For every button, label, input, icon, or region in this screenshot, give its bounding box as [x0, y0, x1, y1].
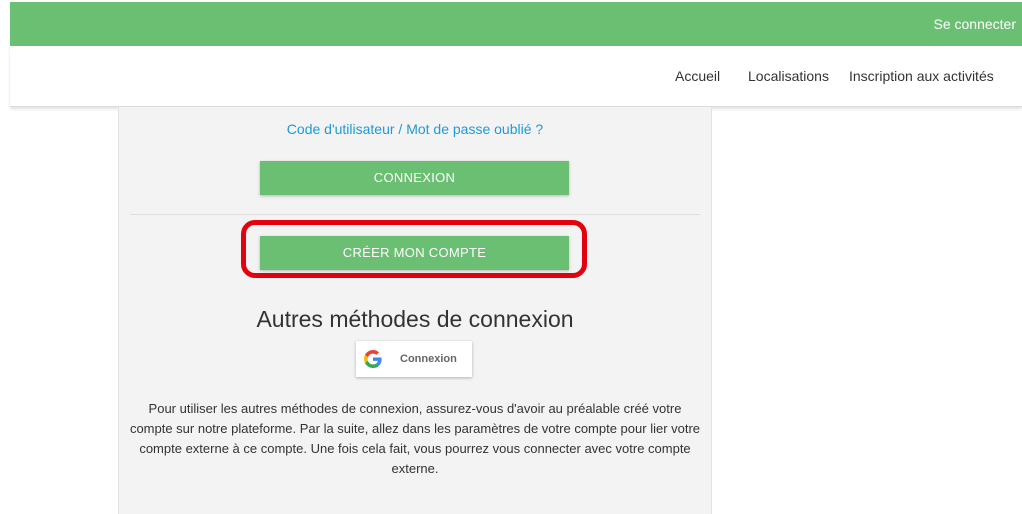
login-panel: Code d'utilisateur / Mot de passe oublié… — [118, 107, 712, 514]
nav-item-accueil[interactable]: Accueil — [675, 46, 720, 106]
login-button[interactable]: CONNEXION — [260, 161, 569, 195]
google-login-button[interactable]: Connexion — [356, 341, 472, 377]
create-account-button[interactable]: CRÉER MON COMPTE — [260, 236, 569, 270]
forgot-credentials-link[interactable]: Code d'utilisateur / Mot de passe oublié… — [119, 121, 711, 137]
google-logo-icon — [364, 350, 382, 368]
google-button-label: Connexion — [400, 353, 457, 365]
nav-item-localisations[interactable]: Localisations — [748, 46, 829, 106]
other-methods-info: Pour utiliser les autres méthodes de con… — [129, 401, 701, 476]
other-methods-title: Autres méthodes de connexion — [256, 306, 574, 332]
login-link[interactable]: Se connecter — [934, 2, 1017, 46]
top-bar: Se connecter — [10, 2, 1022, 46]
main-nav: Accueil Localisations Inscription aux ac… — [10, 46, 1022, 107]
divider — [130, 214, 700, 215]
nav-item-inscription-activites[interactable]: Inscription aux activités — [849, 46, 994, 106]
